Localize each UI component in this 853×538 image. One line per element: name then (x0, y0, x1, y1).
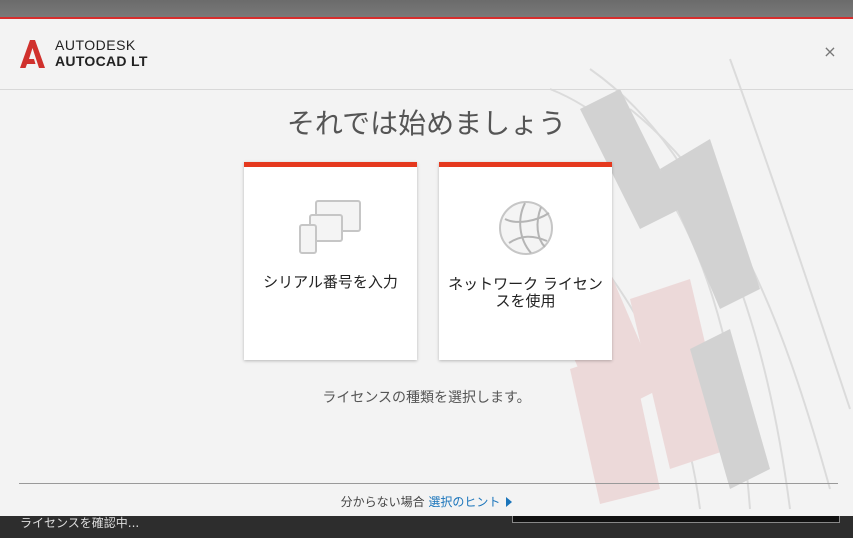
license-dialog: AUTODESK AUTOCAD LT × それでは始めましょう シリアル番号を… (0, 19, 853, 516)
enter-serial-label: シリアル番号を入力 (263, 273, 398, 291)
close-button[interactable]: × (821, 43, 839, 61)
network-license-label: ネットワーク ライセンスを使用 (448, 275, 603, 310)
footer-prefix: 分からない場合 (340, 495, 425, 509)
selection-hint-link[interactable]: 選択のヒント (428, 495, 500, 509)
brand-product: AUTOCAD LT (55, 53, 148, 69)
status-text: ライセンスを確認中... (20, 516, 140, 530)
brand-company: AUTODESK (55, 37, 136, 53)
status-bar: ライセンスを確認中... (0, 516, 853, 538)
network-license-card[interactable]: ネットワーク ライセンスを使用 (439, 162, 612, 360)
arrow-right-icon (506, 497, 513, 507)
dialog-header: AUTODESK AUTOCAD LT × (0, 19, 853, 90)
devices-icon (298, 200, 361, 254)
close-icon: × (823, 42, 837, 61)
page-title: それでは始めましょう (286, 107, 567, 140)
status-field (512, 516, 840, 523)
enter-serial-card[interactable]: シリアル番号を入力 (244, 162, 417, 360)
license-type-description: ライセンスの種類を選択します。 (322, 390, 531, 406)
autodesk-logo-icon (20, 40, 45, 68)
window-titlebar (0, 0, 853, 18)
footer-divider (19, 483, 838, 484)
footer-hint: 分からない場合 選択のヒント (0, 493, 853, 510)
globe-network-icon (498, 201, 553, 255)
